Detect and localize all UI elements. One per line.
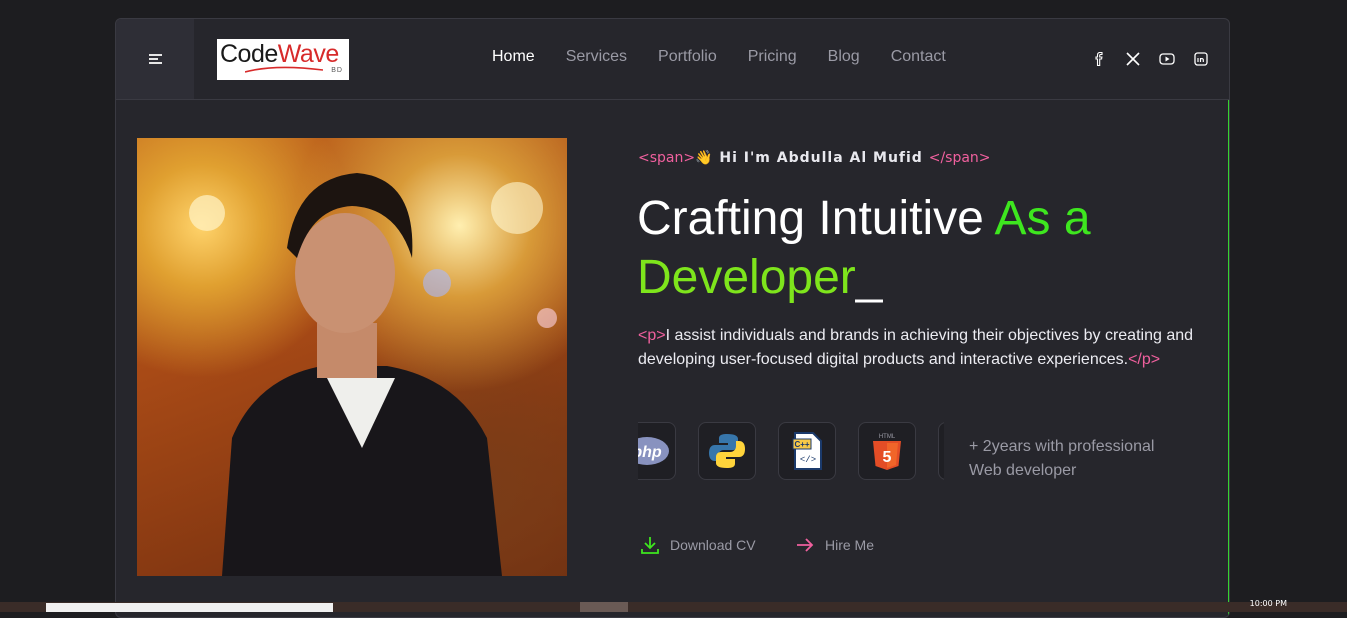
svg-text:HTML: HTML	[879, 434, 896, 440]
page-frame: CodeWave BD Home Services Portfolio Pric…	[115, 18, 1230, 618]
headline-part2: As a	[994, 192, 1091, 245]
social-links	[1091, 51, 1209, 67]
profile-photo	[137, 138, 567, 576]
cpp-icon: C++ </>	[778, 422, 836, 480]
span-open-tag: <span>	[638, 150, 696, 166]
arrow-right-icon	[797, 538, 814, 552]
hero-description: <p>I assist individuals and brands in ac…	[638, 324, 1198, 372]
logo-swoosh-icon	[245, 66, 323, 73]
skills-carousel: php C++ </> HTML 5	[638, 422, 944, 482]
logo-suffix: BD	[331, 67, 343, 74]
nav-portfolio[interactable]: Portfolio	[658, 48, 717, 66]
taskbar-active-app[interactable]	[580, 602, 628, 612]
nav-contact[interactable]: Contact	[891, 48, 946, 66]
scroll-indicator	[1228, 99, 1229, 617]
headline-part3: Developer	[637, 251, 856, 304]
greeting-text: Hi I'm Abdulla Al Mufid	[713, 150, 923, 166]
download-icon	[641, 537, 659, 554]
svg-text:php: php	[638, 444, 662, 461]
experience-text: + 2years with professional Web developer	[969, 438, 1155, 479]
python-icon	[698, 422, 756, 480]
p-open-tag: <p>	[638, 327, 666, 344]
wave-emoji: 👋	[695, 150, 714, 166]
description-text: I assist individuals and brands in achie…	[638, 327, 1194, 368]
nav-services[interactable]: Services	[566, 48, 627, 66]
logo-text: CodeWave	[220, 40, 339, 68]
svg-text:C++: C++	[794, 440, 809, 449]
php-icon: php	[638, 422, 676, 480]
svg-text:</>: </>	[800, 455, 816, 465]
site-header: CodeWave BD Home Services Portfolio Pric…	[116, 19, 1229, 100]
headline-part1: Crafting Intuitive	[637, 192, 995, 245]
taskbar-window-thumb[interactable]	[46, 603, 333, 612]
taskbar-clock: 10:00 PM	[1249, 599, 1287, 608]
greeting-line: <span>👋 Hi I'm Abdulla Al Mufid </span>	[638, 150, 991, 166]
facebook-icon[interactable]	[1091, 51, 1107, 67]
nav-home[interactable]: Home	[492, 48, 535, 66]
download-cv-label: Download CV	[670, 537, 756, 553]
linkedin-icon[interactable]	[1193, 51, 1209, 67]
svg-text:5: 5	[883, 449, 892, 466]
html5-icon: HTML 5	[858, 422, 916, 480]
portrait-image	[189, 173, 557, 576]
download-cv-button[interactable]: Download CV	[640, 535, 756, 555]
hamburger-icon	[148, 52, 162, 67]
menu-button[interactable]	[116, 19, 194, 99]
hire-me-label: Hire Me	[825, 537, 875, 553]
hero-headline: Crafting Intuitive As a Developer_	[637, 189, 1197, 307]
span-close-tag: </span>	[928, 150, 991, 166]
youtube-icon[interactable]	[1159, 51, 1175, 67]
taskbar: 10:00 PM	[0, 599, 1347, 612]
main-nav: Home Services Portfolio Pricing Blog Con…	[492, 48, 977, 66]
site-logo[interactable]: CodeWave BD	[217, 39, 349, 80]
x-icon[interactable]	[1125, 51, 1141, 67]
next-skill-icon	[938, 422, 944, 480]
hire-me-button[interactable]: Hire Me	[795, 535, 874, 555]
nav-blog[interactable]: Blog	[828, 48, 860, 66]
p-close-tag: </p>	[1128, 351, 1161, 368]
nav-pricing[interactable]: Pricing	[748, 48, 797, 66]
typing-cursor: _	[855, 251, 883, 304]
